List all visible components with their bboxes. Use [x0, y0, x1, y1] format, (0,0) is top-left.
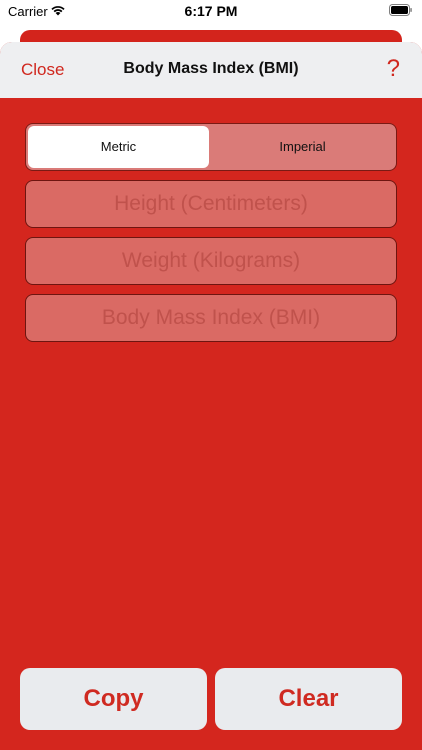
help-button[interactable]: ? [387, 55, 400, 83]
segment-metric[interactable]: Metric [28, 126, 209, 168]
height-input[interactable] [26, 181, 396, 227]
bmi-sheet: Close Body Mass Index (BMI) ? Metric Imp… [0, 42, 422, 750]
bmi-field-container [25, 294, 397, 342]
status-bar: Carrier 6:17 PM [0, 0, 422, 24]
weight-input[interactable] [26, 238, 396, 284]
battery-icon [389, 4, 412, 16]
copy-button[interactable]: Copy [20, 668, 207, 730]
unit-segmented-control: Metric Imperial [25, 123, 397, 171]
segment-imperial[interactable]: Imperial [211, 126, 394, 168]
bmi-result-field[interactable] [26, 295, 396, 341]
status-time: 6:17 PM [184, 3, 238, 19]
page-title: Body Mass Index (BMI) [123, 60, 299, 77]
height-field-container [25, 180, 397, 228]
navigation-bar: Close Body Mass Index (BMI) ? [0, 42, 422, 98]
weight-field-container [25, 237, 397, 285]
clear-button[interactable]: Clear [215, 668, 402, 730]
